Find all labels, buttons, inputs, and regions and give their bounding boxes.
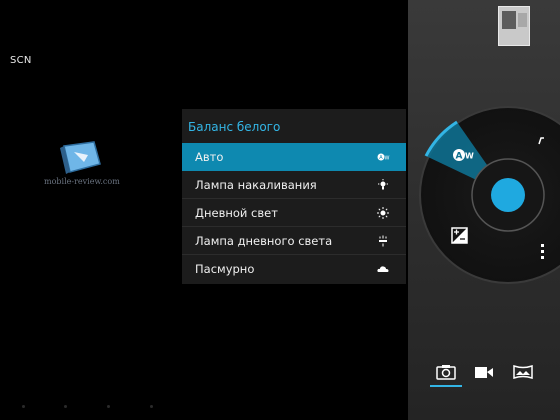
wb-option-daylight[interactable]: Дневной свет [182,199,406,227]
svg-text:A: A [456,152,463,162]
wb-option-label: Дневной свет [195,206,278,220]
wb-option-label: Авто [195,150,224,164]
wb-option-fluorescent[interactable]: Лампа дневного света [182,227,406,255]
panorama-icon[interactable] [511,362,535,382]
watermark-text: mobile-review.com [44,177,120,186]
wb-option-label: Лампа дневного света [195,234,333,248]
incandescent-icon [378,179,388,190]
svg-text:W: W [385,156,390,162]
fluorescent-icon [379,235,387,247]
scene-mode-indicator: SCN [10,55,32,66]
wb-option-auto[interactable]: Авто A W [182,143,406,171]
white-balance-menu: Баланс белого Авто A W Лампа накаливания… [182,109,406,284]
svg-text:W: W [465,152,474,161]
wb-option-label: Лампа накаливания [195,178,317,192]
control-wheel: A W [419,106,560,284]
white-balance-list: Авто A W Лампа накаливания Дневной свет [182,143,406,283]
camera-icon[interactable] [434,362,458,382]
wb-option-label: Пасмурно [195,262,255,276]
more-options-icon[interactable] [541,244,544,259]
nav-dots [0,405,408,409]
shutter-button[interactable] [491,178,525,212]
selected-mode-indicator [430,385,462,387]
wb-option-incandescent[interactable]: Лампа накаливания [182,171,406,199]
watermark-logo: mobile-review.com [44,138,124,190]
auto-wb-icon: A W [377,153,390,162]
wb-option-cloudy[interactable]: Пасмурно [182,255,406,283]
svg-text:A: A [379,155,383,161]
cloud-icon [377,266,389,272]
sun-icon [377,207,389,219]
video-icon[interactable] [472,362,496,382]
watermark-emblem-icon [60,141,101,174]
white-balance-title: Баланс белого [182,109,406,145]
